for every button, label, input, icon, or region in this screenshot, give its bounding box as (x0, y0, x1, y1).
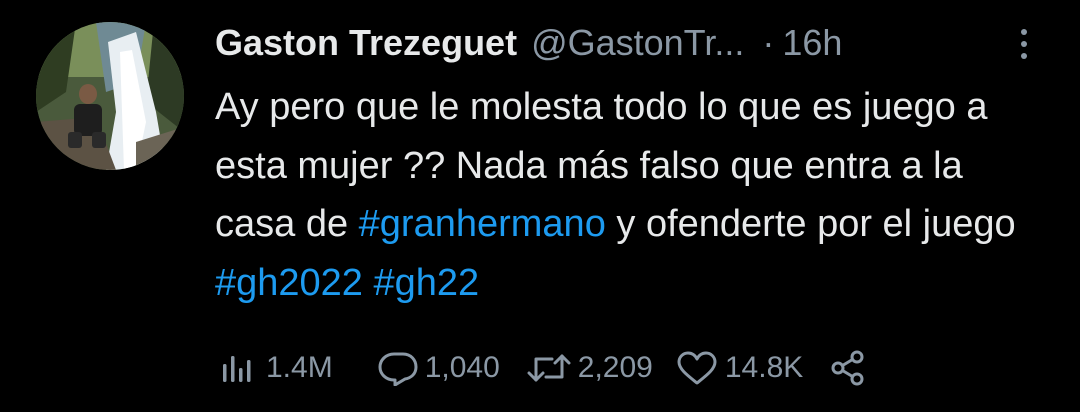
retweet-icon (527, 354, 571, 382)
reply-icon (378, 352, 418, 386)
tweet-card[interactable]: Gaston Trezeguet @GastonTr... · 16h Ay p… (0, 0, 1080, 412)
more-options-button[interactable] (1012, 24, 1036, 64)
views-count: 1.4M (266, 351, 333, 384)
more-vertical-icon (1021, 29, 1027, 35)
avatar[interactable] (36, 22, 184, 170)
retweet-count: 2,209 (577, 351, 653, 384)
profile-photo-waterfall (36, 22, 184, 170)
hashtag-gh2022[interactable]: #gh2022 (215, 262, 363, 304)
author-name[interactable]: Gaston Trezeguet (215, 22, 517, 64)
hashtag-gh22[interactable]: #gh22 (374, 262, 480, 304)
separator-dot: · (762, 22, 775, 63)
retweet-button[interactable]: 2,209 (526, 350, 653, 386)
views-chart-icon (223, 356, 251, 382)
reply-count: 1,040 (424, 351, 500, 384)
like-button[interactable]: 14.8K (675, 350, 803, 386)
heart-icon (677, 351, 717, 385)
like-count: 14.8K (724, 351, 804, 384)
share-icon (831, 350, 864, 386)
tweet-actions: 1.4M 1,040 2,209 14.8K (220, 346, 867, 390)
tweet-text: Ay pero que le molesta todo lo que es ju… (215, 78, 1045, 312)
tweet-header: Gaston Trezeguet @GastonTr... · 16h (215, 20, 842, 66)
share-button[interactable] (829, 350, 867, 386)
tweet-timestamp[interactable]: 16h (782, 22, 842, 64)
author-handle[interactable]: @GastonTr... (531, 22, 744, 64)
views-button[interactable]: 1.4M (220, 350, 333, 386)
reply-button[interactable]: 1,040 (377, 350, 500, 386)
tweet-text-space (363, 262, 374, 304)
tweet-text-part: y ofenderte por el juego (605, 203, 1016, 245)
hashtag-granhermano[interactable]: #granhermano (359, 203, 606, 245)
